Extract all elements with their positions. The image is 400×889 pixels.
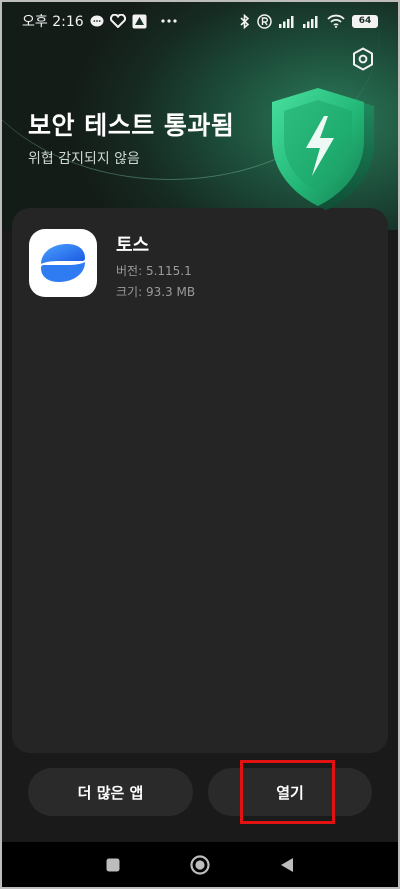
signal-icon [303,15,320,28]
battery-icon: 64 [352,14,378,28]
status-bar: 오후 2:16 64 [0,0,400,42]
app-icon [29,229,97,297]
settings-button[interactable] [350,46,376,72]
app-name: 토스 [116,235,150,256]
page-subtitle: 위협 감지되지 않음 [28,151,140,167]
shield-lightning-icon [268,80,378,212]
home-button[interactable] [185,850,215,880]
recent-apps-icon [106,858,120,872]
back-button[interactable] [272,850,302,880]
recent-apps-button[interactable] [98,850,128,880]
app-version: 버전: 5.115.1 [116,264,192,278]
status-time: 오후 2:16 [22,14,84,30]
heart-icon [109,14,126,28]
toss-logo-icon [41,244,85,282]
more-dots-icon [161,19,177,23]
bluetooth-icon [240,13,250,29]
app-size: 크기: 93.3 MB [116,285,196,299]
open-button[interactable]: 열기 [208,768,372,816]
home-icon [190,855,210,875]
page-title: 보안 테스트 통과됨 [28,111,235,140]
r-circle-icon [257,13,272,29]
navigation-bar [0,842,400,889]
back-icon [281,858,293,872]
settings-hex-icon [353,47,373,71]
more-apps-button[interactable]: 더 많은 앱 [28,768,193,816]
signal-icon [279,15,296,28]
message-bubble-icon [90,15,104,28]
app-badge-icon [132,14,147,29]
wifi-icon [327,14,345,28]
